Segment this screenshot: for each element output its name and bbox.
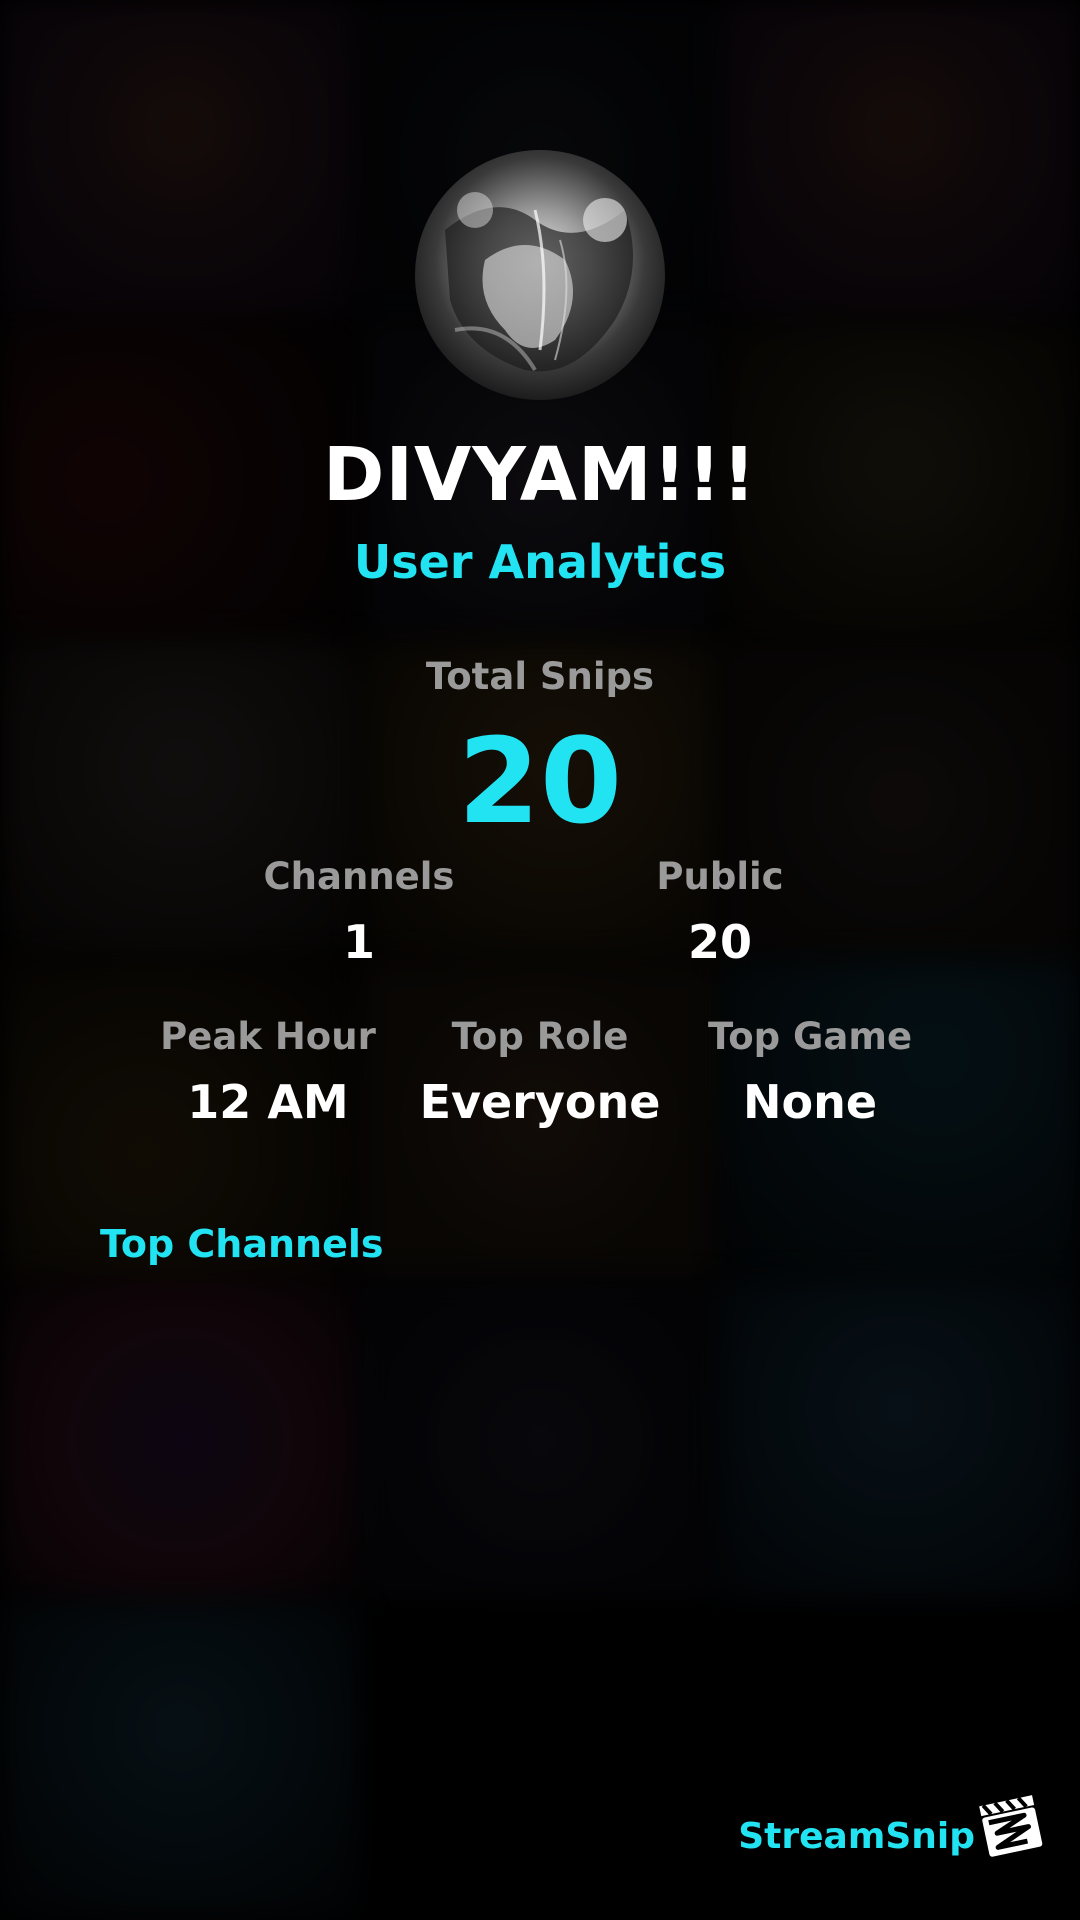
avatar[interactable] (415, 150, 665, 400)
total-snips-label: Total Snips (425, 655, 655, 698)
public-value: 20 (687, 915, 752, 969)
peak-hour-label: Peak Hour (160, 1015, 376, 1058)
brand-name: StreamSnip (738, 1816, 975, 1857)
peak-hour-value: 12 AM (187, 1075, 349, 1129)
analytics-card: DIVYAM!!! User Analytics Total Snips 20 … (0, 0, 1080, 1920)
total-snips-value: 20 (457, 712, 623, 850)
username: DIVYAM!!! (323, 432, 757, 518)
clapperboard-icon (979, 1795, 1043, 1857)
brand-footer[interactable]: StreamSnip (710, 1795, 1070, 1870)
top-channels-heading: Top Channels (100, 1222, 384, 1266)
avatar-image (415, 150, 665, 400)
top-game-label: Top Game (707, 1015, 913, 1058)
top-game-value: None (742, 1075, 878, 1129)
top-role-value: Everyone (419, 1075, 661, 1129)
channels-value: 1 (342, 915, 375, 969)
page-subtitle: User Analytics (353, 535, 727, 589)
top-role-label: Top Role (451, 1015, 629, 1058)
public-label: Public (656, 855, 784, 898)
channels-label: Channels (263, 855, 455, 898)
